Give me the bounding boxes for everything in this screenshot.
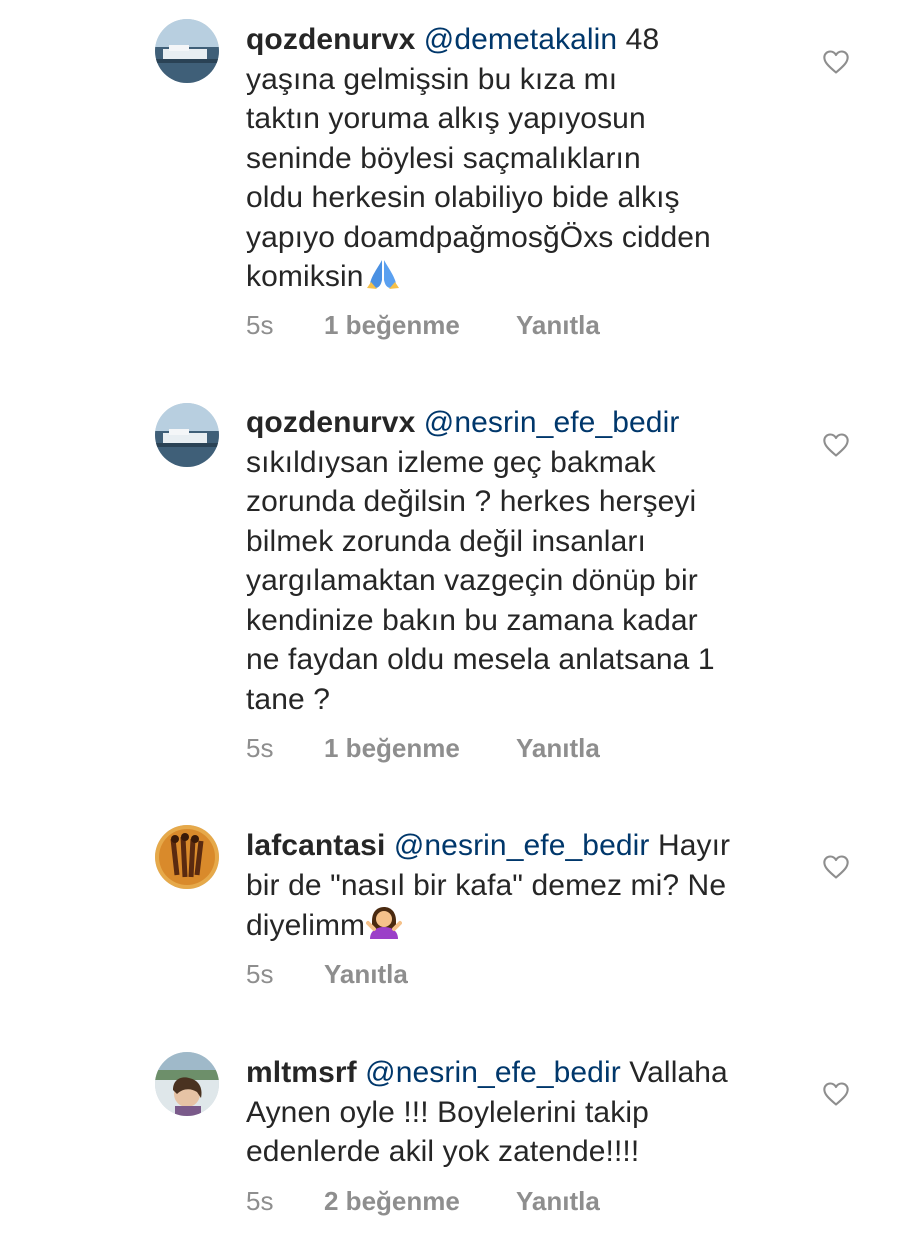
comment-username[interactable]: mltmsrf: [246, 1056, 357, 1089]
comment-time: 5s: [246, 1186, 274, 1216]
heart-outline-icon[interactable]: [822, 48, 850, 76]
comment-line: zorunda değilsin ? herkes herşeyi: [246, 485, 697, 518]
avatar[interactable]: [155, 825, 219, 889]
likes-count-button[interactable]: 2 beğenme: [324, 1186, 460, 1217]
heart-outline-icon[interactable]: [822, 431, 850, 459]
reply-button[interactable]: Yanıtla: [516, 1186, 600, 1217]
comment-line: edenlerde akil yok zatende!!!!: [246, 1135, 640, 1168]
comment-mention[interactable]: @nesrin_efe_bedir: [365, 1056, 621, 1089]
comment-line: 48: [625, 23, 660, 56]
comment-text: lafcantasi @nesrin_efe_bedir Hayır bir d…: [246, 826, 806, 950]
comment-line: komiksin: [246, 260, 364, 293]
comment-line: Hayır: [657, 829, 731, 862]
comment-line: Vallaha: [629, 1056, 728, 1089]
comment-text: qozdenurvx @demetakalin 48 yaşına gelmiş…: [246, 20, 806, 301]
avatar[interactable]: [155, 19, 219, 83]
comment-time: 5s: [246, 310, 274, 340]
reply-button[interactable]: Yanıtla: [516, 310, 600, 341]
comment-username[interactable]: qozdenurvx: [246, 23, 415, 56]
heart-outline-icon[interactable]: [822, 853, 850, 881]
comment-mention[interactable]: @nesrin_efe_bedir: [394, 829, 650, 862]
comment-mention[interactable]: @nesrin_efe_bedir: [424, 406, 680, 439]
reply-button[interactable]: Yanıtla: [324, 959, 408, 990]
comment-line: taktın yoruma alkış yapıyosun: [246, 102, 646, 135]
comment-line: yapıyo doamdpağmosğÖxs cidden: [246, 220, 711, 254]
comment-line: diyelimm: [246, 909, 366, 942]
avatar[interactable]: [155, 1052, 219, 1116]
comment-line: tane ?: [246, 682, 331, 716]
comment-line: oldu herkesin olabiliyo bide alkış: [246, 181, 680, 214]
comment-line: sıkıldıysan izleme geç bakmak: [246, 445, 656, 479]
reply-button[interactable]: Yanıtla: [516, 733, 600, 764]
comment-line: bilmek zorunda değil insanları: [246, 524, 646, 558]
folded-hands-icon: [365, 258, 401, 301]
comment-line: bir de "nasıl bir kafa" demez mi? Ne: [246, 868, 727, 902]
comment-line: seninde böylesi saçmalıkların: [246, 141, 641, 175]
heart-outline-icon[interactable]: [822, 1080, 850, 1108]
comment-username[interactable]: qozdenurvx: [246, 406, 415, 439]
comment-line: kendinize bakın bu zamana kadar: [246, 603, 698, 637]
comment-text: mltmsrf @nesrin_efe_bedir Vallaha Aynen …: [246, 1053, 806, 1172]
comment-text: qozdenurvx @nesrin_efe_bedir sıkıldıysan…: [246, 403, 806, 719]
comment-mention[interactable]: @demetakalin: [424, 23, 617, 56]
comment-time: 5s: [246, 733, 274, 763]
comment-line: Aynen oyle !!! Boylelerini takip: [246, 1095, 649, 1129]
likes-count-button[interactable]: 1 beğenme: [324, 733, 460, 764]
shrugging-person-icon: [366, 905, 403, 950]
comment-line: yargılamaktan vazgeçin dönüp bir: [246, 564, 698, 597]
comment-line: yaşına gelmişsin bu kıza mı: [246, 62, 618, 96]
likes-count-button[interactable]: 1 beğenme: [324, 310, 460, 341]
comment-line: ne faydan oldu mesela anlatsana 1: [246, 643, 715, 676]
comment-username[interactable]: lafcantasi: [246, 829, 385, 862]
comment-time: 5s: [246, 959, 274, 989]
avatar[interactable]: [155, 403, 219, 467]
